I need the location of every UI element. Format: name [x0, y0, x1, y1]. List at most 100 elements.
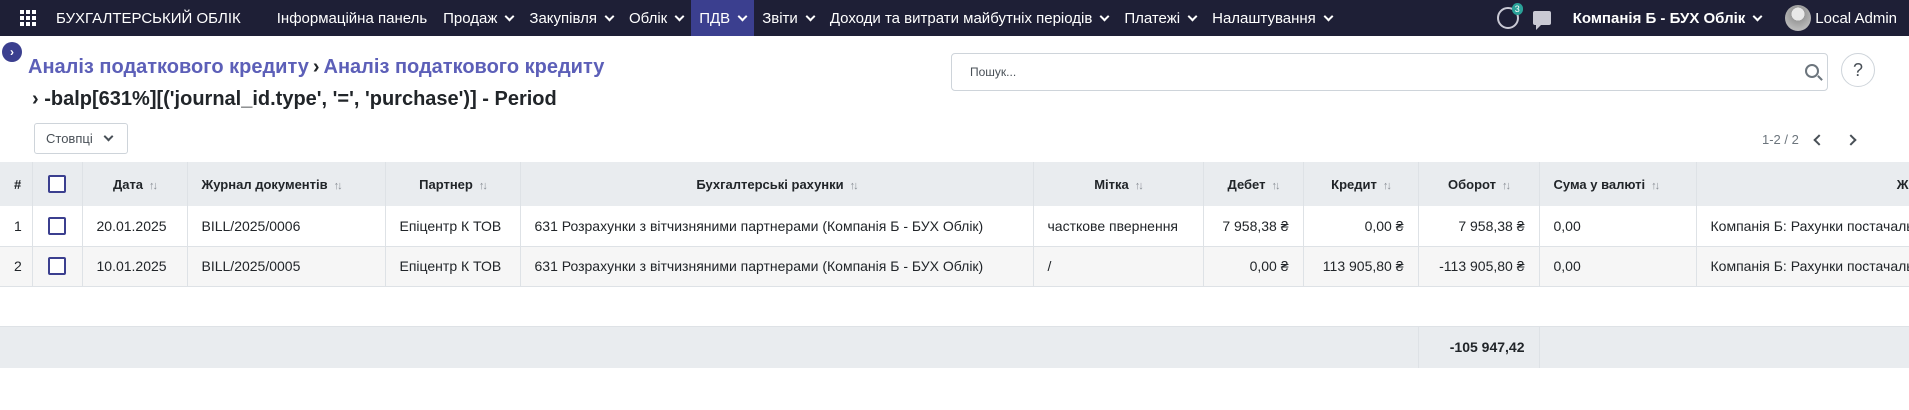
footer-spacer	[0, 326, 1418, 368]
header-label: Мітка	[1094, 176, 1129, 192]
menu-reports[interactable]: Звіти	[754, 0, 822, 36]
cell-date: 10.01.2025	[82, 246, 188, 286]
column-header-label[interactable]: Мітка ↑↓	[1033, 162, 1204, 206]
cell-journal: BILL/2025/0006	[187, 206, 386, 246]
chevron-down-icon	[737, 11, 748, 21]
search-input[interactable]	[952, 54, 1772, 90]
checkbox[interactable]	[48, 175, 66, 193]
row-select[interactable]	[32, 206, 83, 246]
cell-debit: 7 958,38 ₴	[1203, 206, 1304, 246]
pager: 1-2 / 2	[1762, 132, 1857, 147]
menu-label: Доходи та витрати майбутніх періодів	[829, 9, 1093, 27]
empty-row	[0, 286, 1909, 326]
cell-credit: 113 905,80 ₴	[1303, 246, 1419, 286]
sort-icon: ↑↓	[478, 179, 488, 192]
table-row[interactable]: 2 10.01.2025 BILL/2025/0005 Епіцентр К Т…	[0, 246, 1909, 286]
cell-balance: -113 905,80 ₴	[1418, 246, 1540, 286]
cell-journal: BILL/2025/0005	[187, 246, 386, 286]
cell-journal-name: Компанія Б: Рахунки постачальників	[1710, 258, 1909, 274]
checkbox[interactable]	[48, 257, 66, 276]
menu-vat[interactable]: ПДВ	[691, 0, 755, 36]
sidebar-toggle-icon[interactable]: ›	[2, 42, 22, 62]
table-footer-row: -105 947,42	[0, 326, 1909, 368]
menu-label: ПДВ	[699, 9, 731, 27]
column-header-date[interactable]: Дата ↑↓	[82, 162, 188, 206]
chevron-left-icon[interactable]	[1813, 133, 1825, 146]
select-all-checkbox[interactable]	[32, 162, 83, 206]
chat-icon[interactable]	[1532, 11, 1551, 30]
menu-settings[interactable]: Налаштування	[1204, 0, 1340, 36]
pager-value[interactable]: 1-2 / 2	[1762, 132, 1799, 147]
header-label: Дебет	[1227, 176, 1266, 192]
cell-label: часткове пвернення	[1033, 206, 1204, 246]
chevron-down-icon	[674, 11, 685, 21]
header-label: Дата	[112, 176, 144, 192]
menu-payments[interactable]: Платежі	[1116, 0, 1204, 36]
columns-label: Стовпці	[46, 131, 93, 146]
column-header-debit[interactable]: Дебет ↑↓	[1203, 162, 1304, 206]
search-icon[interactable]	[1805, 64, 1819, 78]
cell-debit: 0,00 ₴	[1203, 246, 1304, 286]
menu-dashboard[interactable]: Інформаційна панель	[269, 0, 435, 36]
sort-icon: ↑↓	[1651, 179, 1660, 192]
column-header-journal-name[interactable]: Ж	[1696, 162, 1909, 206]
breadcrumb-item[interactable]: Аналіз податкового кредиту	[28, 56, 309, 78]
breadcrumb-item[interactable]: Аналіз податкового кредиту	[324, 56, 605, 78]
cell-amount-currency: 0,00	[1539, 246, 1697, 286]
activity-clock-icon[interactable]: 3	[1496, 3, 1523, 29]
menu-accounting[interactable]: Облік	[621, 0, 691, 36]
user-menu[interactable]: Local Admin	[1785, 5, 1897, 31]
chevron-down-icon	[805, 11, 816, 21]
column-header-amount-currency[interactable]: Сума у валюті ↑↓	[1539, 162, 1697, 206]
footer-spacer	[1539, 326, 1909, 368]
cell-date: 20.01.2025	[82, 206, 188, 246]
row-index: 2	[0, 246, 33, 286]
menu-label: Налаштування	[1212, 9, 1316, 27]
breadcrumb: Аналіз податкового кредиту › Аналіз податк…	[28, 56, 604, 79]
list-table: # Дата ↑↓ Журнал документів ↑↓ Партнер ↑↓ Б…	[0, 162, 1909, 368]
control-panel: › Аналіз податкового кредиту › Аналіз пода…	[0, 36, 1909, 162]
chevron-right-icon: ›	[32, 88, 39, 110]
main-menu: Інформаційна панель Продаж Закупівля Обл…	[269, 0, 1340, 36]
sort-icon: ↑↓	[1502, 179, 1511, 192]
total-balance: -105 947,42	[1417, 326, 1540, 368]
table-header-row: # Дата ↑↓ Журнал документів ↑↓ Партнер ↑↓ Б…	[0, 162, 1909, 206]
menu-label: Звіти	[762, 9, 798, 27]
menu-purchase[interactable]: Закупівля	[521, 0, 621, 36]
menu-deferred[interactable]: Доходи та витрати майбутніх періодів	[822, 0, 1117, 36]
cell-credit: 0,00 ₴	[1303, 206, 1419, 246]
sort-icon: ↑↓	[849, 179, 859, 192]
column-header-journal[interactable]: Журнал документів ↑↓	[187, 162, 386, 206]
menu-label: Закупівля	[529, 9, 597, 27]
chevron-down-icon	[1323, 11, 1334, 21]
column-header-account[interactable]: Бухгалтерські рахунки ↑↓	[520, 162, 1034, 206]
help-button[interactable]: ?	[1841, 53, 1875, 87]
menu-label: Облік	[629, 9, 668, 27]
menu-label: Продаж	[443, 9, 498, 27]
chevron-down-icon	[103, 131, 114, 142]
company-switcher[interactable]: Компанія Б - БУХ Облік	[1573, 10, 1763, 27]
chevron-down-icon	[504, 11, 515, 21]
cell-partner: Епіцентр К ТОВ	[385, 206, 521, 246]
column-header-partner[interactable]: Партнер ↑↓	[385, 162, 521, 206]
column-header-balance[interactable]: Оборот ↑↓	[1418, 162, 1540, 206]
table-row[interactable]: 1 20.01.2025 BILL/2025/0006 Епіцентр К Т…	[0, 206, 1909, 246]
app-brand[interactable]: БУХГАЛТЕРСЬКИЙ ОБЛІК	[56, 10, 241, 27]
menu-label: Інформаційна панель	[276, 9, 428, 27]
chevron-right-icon[interactable]	[1845, 133, 1857, 146]
header-label: Партнер	[419, 176, 473, 192]
column-header-credit[interactable]: Кредит ↑↓	[1303, 162, 1419, 206]
systray: 3 Компанія Б - БУХ Облік Local Admin	[1496, 0, 1909, 36]
header-label: Журнал документів	[201, 176, 328, 192]
chevron-down-icon	[1752, 11, 1763, 21]
columns-button[interactable]: Стовпці	[34, 123, 128, 154]
cell-partner: Епіцентр К ТОВ	[385, 246, 521, 286]
menu-sales[interactable]: Продаж	[435, 0, 521, 36]
activity-badge: 3	[1511, 3, 1523, 15]
page-title-text: -balp[631%][('journal_id.type', '=', 'pu…	[44, 88, 557, 110]
row-select[interactable]	[32, 246, 83, 286]
cell-balance: 7 958,38 ₴	[1418, 206, 1540, 246]
checkbox[interactable]	[48, 216, 66, 235]
chevron-right-icon: ›	[312, 56, 320, 78]
apps-menu-icon[interactable]	[0, 0, 56, 36]
